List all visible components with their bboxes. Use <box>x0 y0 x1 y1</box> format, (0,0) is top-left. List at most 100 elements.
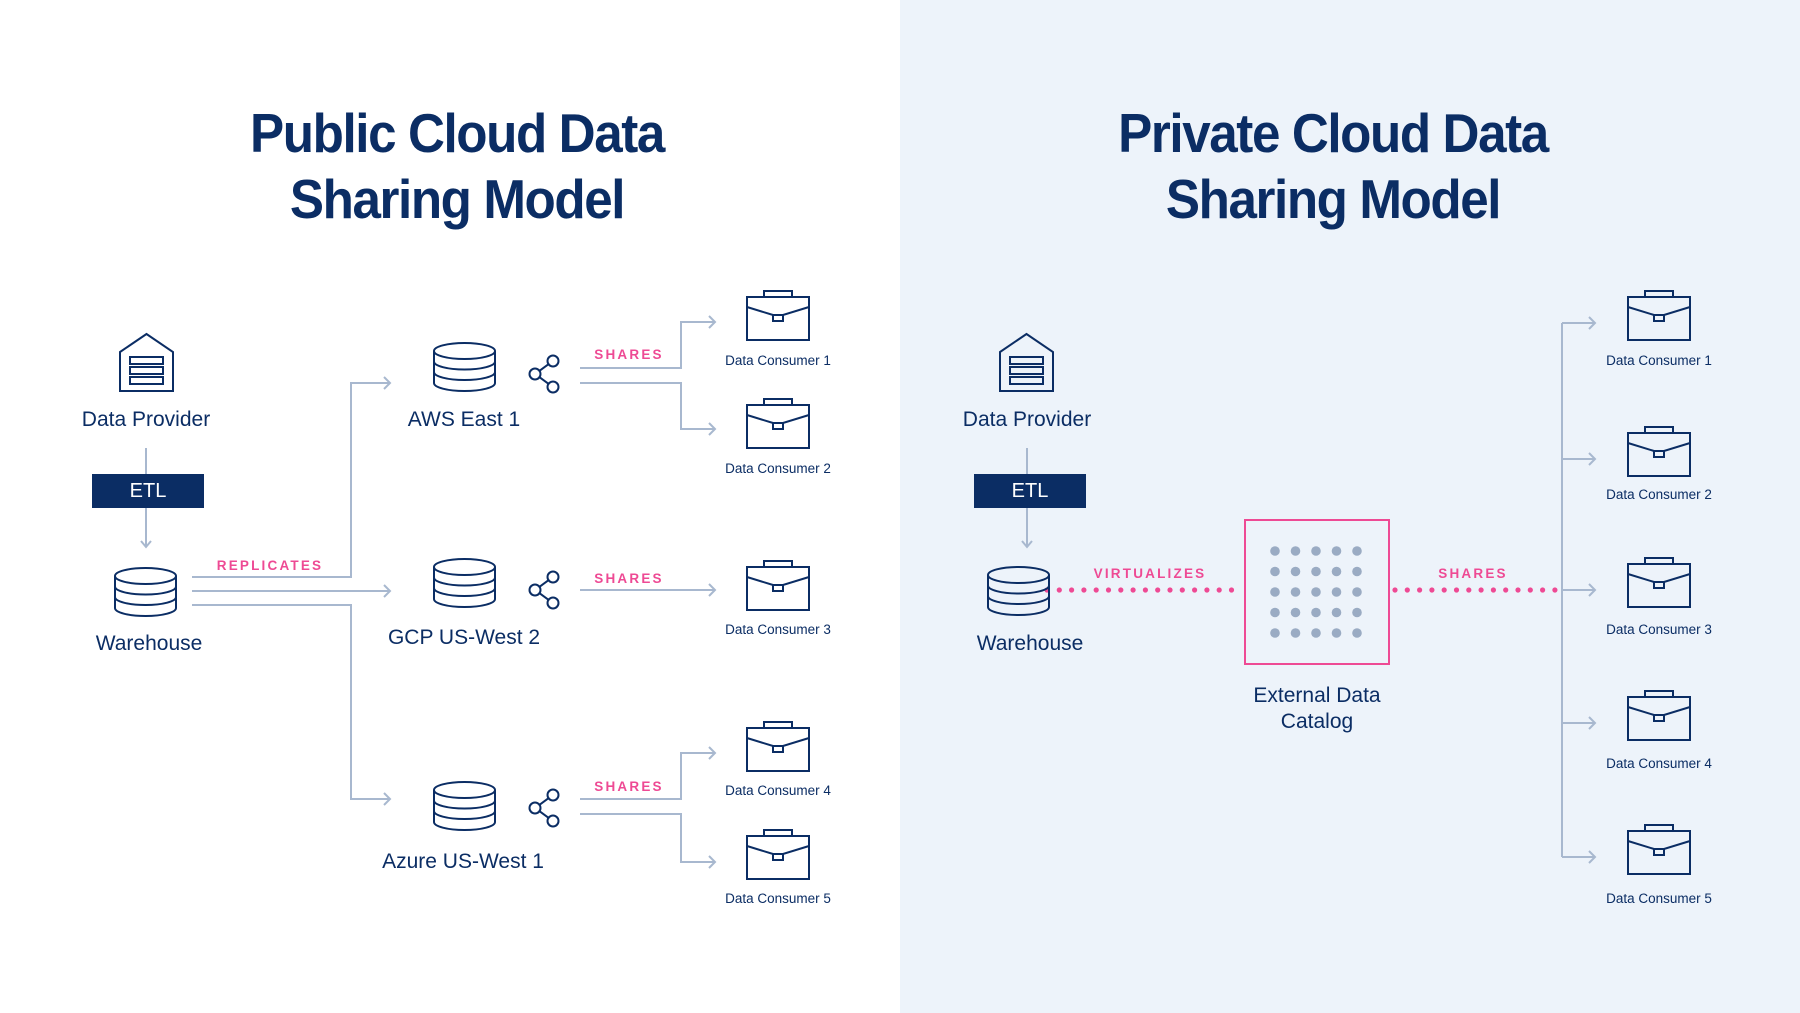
dotted-line-dot <box>1204 587 1210 593</box>
private-consumer-briefcase-icon <box>1627 290 1691 341</box>
public-provider-icon <box>119 333 174 392</box>
private-warehouse-database-icon <box>987 566 1050 616</box>
dotted-line-dot <box>1453 587 1460 593</box>
dotted-line-dot <box>1417 587 1423 593</box>
aws-shares-label: SHARES <box>594 347 664 362</box>
catalog-grid-dot <box>1331 587 1342 597</box>
azure-shares-label: SHARES <box>594 779 664 794</box>
gcp-database-icon <box>433 558 496 608</box>
private-consumer-label: Data Consumer 4 <box>1606 756 1712 771</box>
public-consumer-label: Data Consumer 4 <box>725 783 831 798</box>
public-consumer2-briefcase-icon <box>746 398 810 449</box>
public-consumer-label: Data Consumer 1 <box>725 353 831 368</box>
replicate-to-azure-line <box>192 604 390 800</box>
catalog-grid-dot <box>1331 607 1342 618</box>
catalog-grid-dot <box>1331 628 1342 638</box>
azure-database-icon <box>433 781 496 831</box>
dotted-line-dot <box>1392 587 1398 593</box>
catalog-grid-dot <box>1311 587 1321 597</box>
public-consumer-label: Data Consumer 2 <box>725 461 831 476</box>
catalog-grid-dot <box>1290 607 1301 618</box>
public-provider-label: Data Provider <box>81 408 211 431</box>
replicates-label: REPLICATES <box>216 558 324 573</box>
public-etl-box: ETL <box>92 474 204 508</box>
dotted-line-dot <box>1142 587 1148 593</box>
private-provider-label: Data Provider <box>962 408 1092 431</box>
virtualizes-label: VIRTUALIZES <box>1093 566 1207 581</box>
dotted-connectors <box>1044 587 1558 593</box>
private-consumer-briefcase-icon <box>1627 426 1691 477</box>
aws-to-consumer2-line <box>580 382 715 430</box>
dotted-line-dot <box>1118 587 1124 593</box>
public-consumer3-briefcase-icon <box>746 560 810 611</box>
dotted-line-dot <box>1466 587 1472 593</box>
private-consumer-label: Data Consumer 1 <box>1606 353 1712 368</box>
public-consumer5-briefcase-icon <box>746 829 810 880</box>
catalog-label-line2: Catalog <box>1280 710 1354 733</box>
dotted-line-dot <box>1069 587 1075 593</box>
dotted-line-dot <box>1490 587 1496 593</box>
private-shares-label: SHARES <box>1438 566 1508 581</box>
public-consumer-label: Data Consumer 5 <box>725 891 831 906</box>
catalog-label-line1: External Data <box>1253 684 1381 707</box>
catalog-grid-dot <box>1311 628 1321 638</box>
replicate-to-aws-line <box>192 382 390 578</box>
external-data-catalog-label: External Data Catalog <box>1253 683 1380 735</box>
diagram-canvas <box>114 290 1691 880</box>
catalog-grid-dot <box>1352 566 1362 577</box>
dotted-line-dot <box>1179 587 1185 593</box>
private-warehouse-label: Warehouse <box>976 632 1084 655</box>
dotted-line-dot <box>1081 587 1087 593</box>
dotted-line-dot <box>1441 587 1447 593</box>
private-consumer-label: Data Consumer 3 <box>1606 622 1712 637</box>
aws-region-label: AWS East 1 <box>407 408 521 431</box>
catalog-grid-dot <box>1290 628 1301 638</box>
catalog-grid-dot <box>1352 628 1362 638</box>
dotted-line-dot <box>1515 587 1521 593</box>
dotted-line-dot <box>1167 587 1173 593</box>
gcp-share-icon <box>528 570 560 610</box>
dotted-line-dot <box>1093 587 1099 593</box>
catalog-grid-dot <box>1311 546 1321 556</box>
catalog-grid-dot <box>1290 566 1301 577</box>
public-warehouse-database-icon <box>114 567 177 617</box>
azure-share-icon <box>528 788 560 828</box>
dotted-line-dot <box>1192 587 1198 593</box>
private-consumer-label: Data Consumer 2 <box>1606 487 1712 502</box>
aws-database-icon <box>433 342 496 392</box>
catalog-grid-dot <box>1270 607 1280 618</box>
private-consumer-briefcase-icon <box>1627 824 1691 875</box>
azure-region-label: Azure US-West 1 <box>382 850 544 873</box>
dotted-line-dot <box>1478 587 1484 593</box>
dotted-line-dot <box>1228 587 1235 593</box>
catalog-grid-dot <box>1352 546 1362 556</box>
dotted-line-dot <box>1429 587 1435 593</box>
catalog-grid-dot <box>1311 607 1321 618</box>
private-consumer-label: Data Consumer 5 <box>1606 891 1712 906</box>
catalog-grid-dot <box>1290 546 1301 556</box>
dotted-line-dot <box>1155 587 1161 593</box>
dotted-line-dot <box>1527 587 1533 593</box>
catalog-grid-dot <box>1270 628 1280 638</box>
dotted-line-dot <box>1503 587 1509 593</box>
catalog-grid-dot <box>1270 546 1280 556</box>
dotted-line-dot <box>1552 587 1558 593</box>
dotted-line-dot <box>1130 587 1136 593</box>
private-consumer-briefcase-icon <box>1627 690 1691 741</box>
catalog-grid-dot <box>1270 587 1280 597</box>
catalog-grid-dot <box>1352 587 1362 597</box>
dotted-line-dot <box>1404 587 1410 593</box>
catalog-grid-dot <box>1270 566 1280 577</box>
dot-grid-icon <box>1270 546 1362 638</box>
private-consumer-briefcase-icon <box>1627 557 1691 608</box>
azure-to-consumer5-line <box>580 813 715 863</box>
private-provider-icon <box>999 333 1054 392</box>
private-etl-box: ETL <box>974 474 1086 508</box>
dotted-line-dot <box>1216 587 1222 593</box>
dotted-line-dot <box>1105 587 1112 593</box>
catalog-grid-dot <box>1331 546 1342 556</box>
catalog-grid-dot <box>1311 566 1321 577</box>
public-consumer1-briefcase-icon <box>746 290 810 341</box>
catalog-grid-dot <box>1331 566 1342 577</box>
public-consumer4-briefcase-icon <box>746 721 810 772</box>
